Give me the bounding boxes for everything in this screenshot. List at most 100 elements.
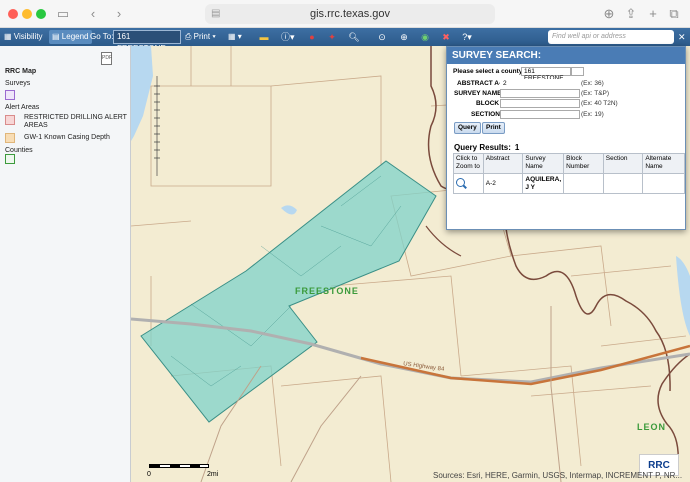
survey-name-cell: AQUILERA, J Y bbox=[522, 173, 565, 194]
section-label: SECTION bbox=[471, 111, 500, 118]
block-input[interactable] bbox=[500, 99, 580, 108]
abstract-label: ABSTRACT A- bbox=[457, 80, 502, 87]
query-results-heading: Query Results: 1 bbox=[454, 143, 519, 152]
legend-sidebar: PDF RRC Map Surveys Alert Areas RESTRICT… bbox=[0, 46, 131, 482]
info-icon[interactable]: ⓘ▾ bbox=[281, 31, 295, 43]
help-icon[interactable]: ?▾ bbox=[461, 31, 473, 43]
sidebar-toggle-icon[interactable]: ▭ bbox=[56, 5, 70, 23]
section-example: (Ex: 19) bbox=[581, 111, 604, 118]
restricted-label: RESTRICTED DRILLING ALERT AREAS bbox=[24, 114, 127, 129]
print-menu[interactable]: ⎙ Print ▾ bbox=[185, 30, 216, 44]
find-well-input[interactable]: Find well api or address bbox=[548, 30, 674, 44]
abstract-input[interactable]: 2 bbox=[500, 79, 580, 88]
alert-areas-heading: Alert Areas bbox=[5, 104, 40, 111]
county-prompt: Please select a county: bbox=[453, 68, 525, 75]
zoom-cell[interactable] bbox=[453, 173, 484, 194]
section-cell bbox=[602, 173, 644, 194]
search-icon[interactable]: 🔍︎ bbox=[348, 31, 360, 43]
col-survey-name: Survey Name bbox=[522, 153, 565, 174]
target-icon[interactable]: ⊙ bbox=[376, 31, 388, 43]
county-label-leon: LEON bbox=[637, 422, 667, 432]
visibility-button[interactable]: ▦ Visibility bbox=[4, 30, 43, 44]
block-label: BLOCK bbox=[476, 100, 500, 107]
query-results-count: 1 bbox=[514, 143, 520, 152]
legend-label: Legend bbox=[61, 32, 89, 41]
crosshair-icon[interactable]: ⊕ bbox=[398, 31, 410, 43]
address-bar[interactable]: ▤ gis.rrc.texas.gov bbox=[205, 4, 495, 24]
gw1-swatch bbox=[5, 133, 15, 143]
query-button[interactable]: Query bbox=[454, 122, 481, 134]
measure-icon[interactable]: ▬ bbox=[258, 31, 270, 43]
restricted-swatch bbox=[5, 115, 15, 125]
col-section: Section bbox=[602, 153, 644, 174]
back-icon[interactable]: ‹ bbox=[88, 5, 98, 23]
county-select-arrow[interactable] bbox=[571, 67, 584, 76]
tab-overview-icon[interactable]: ⧉ bbox=[668, 5, 680, 23]
col-zoom: Click to Zoom to bbox=[453, 153, 484, 174]
zoom-to-icon[interactable] bbox=[456, 178, 465, 187]
marker-icon[interactable]: ✦ bbox=[326, 31, 338, 43]
col-block-number: Block Number bbox=[563, 153, 604, 174]
map-attribution: Sources: Esri, HERE, Garmin, USGS, Inter… bbox=[433, 471, 683, 480]
pin-icon[interactable]: ● bbox=[306, 31, 318, 43]
county-label-freestone: FREESTONE bbox=[295, 286, 359, 296]
clear-icon[interactable]: ✖ bbox=[440, 31, 452, 43]
counties-heading: Counties bbox=[5, 147, 33, 154]
close-window-button[interactable] bbox=[8, 9, 18, 19]
highlighted-survey-area bbox=[140, 160, 437, 423]
survey-name-example: (Ex: T&P) bbox=[581, 90, 610, 97]
surveys-swatch bbox=[5, 90, 15, 100]
print-button[interactable]: Print bbox=[482, 122, 505, 134]
results-table: Click to Zoom to Abstract Survey Name Bl… bbox=[453, 153, 685, 194]
share-icon[interactable]: ⇪ bbox=[625, 5, 637, 23]
browser-title-bar: ▭ ‹ › ▤ gis.rrc.texas.gov ⊕ ⇪ + ⧉ bbox=[0, 0, 690, 28]
survey-search-header: SURVEY SEARCH: bbox=[447, 47, 685, 64]
goto-input[interactable]: 161 FREESTONE bbox=[113, 30, 181, 53]
survey-name-input[interactable] bbox=[500, 89, 580, 98]
new-tab-icon[interactable]: + bbox=[647, 5, 659, 23]
alternate-cell bbox=[642, 173, 685, 194]
visibility-icon: ▦ bbox=[4, 32, 12, 41]
identify-icon[interactable]: ◉ bbox=[419, 31, 431, 43]
page-icon: ▤ bbox=[211, 8, 221, 19]
block-cell bbox=[563, 173, 604, 194]
survey-search-panel: SURVEY SEARCH: Please select a county: 1… bbox=[446, 46, 686, 230]
survey-name-label: SURVEY NAME bbox=[454, 90, 502, 97]
query-results-label: Query Results: bbox=[454, 143, 511, 152]
col-alternate-name: Alternate Name bbox=[642, 153, 685, 174]
minimize-window-button[interactable] bbox=[22, 9, 32, 19]
counties-swatch bbox=[5, 154, 15, 164]
layers-menu[interactable]: ▦ ▾ bbox=[228, 30, 242, 44]
scale-end-label: 2mi bbox=[207, 471, 219, 478]
rail-ticks bbox=[154, 76, 160, 176]
find-clear-icon[interactable]: ✕ bbox=[678, 30, 686, 44]
download-icon[interactable]: ⊕ bbox=[603, 5, 615, 23]
abstract-cell: A-2 bbox=[482, 173, 524, 194]
table-row: A-2 AQUILERA, J Y bbox=[453, 173, 685, 194]
print-label: Print bbox=[193, 32, 211, 41]
abstract-example: (Ex: 36) bbox=[581, 80, 604, 87]
surveys-heading: Surveys bbox=[5, 80, 31, 87]
scale-bar bbox=[149, 464, 209, 468]
visibility-label: Visibility bbox=[13, 32, 43, 41]
zoom-window-button[interactable] bbox=[36, 9, 46, 19]
legend-button[interactable]: ▤ Legend bbox=[49, 30, 92, 44]
app-toolbar: ▦ Visibility ▤ Legend Go To: 161 FREESTO… bbox=[0, 28, 690, 53]
legend-icon: ▤ bbox=[52, 32, 60, 41]
goto-label: Go To: bbox=[90, 32, 114, 41]
forward-icon[interactable]: › bbox=[114, 5, 124, 23]
gw1-label: GW-1 Known Casing Depth bbox=[24, 134, 110, 141]
section-input[interactable] bbox=[500, 110, 580, 119]
print-icon: ⎙ bbox=[185, 32, 192, 41]
block-example: (Ex: 40 T2N) bbox=[581, 100, 618, 107]
results-header-row: Click to Zoom to Abstract Survey Name Bl… bbox=[453, 153, 685, 174]
lake-shape bbox=[131, 46, 153, 141]
county-select[interactable]: 161 FREESTONE bbox=[521, 67, 571, 82]
pond-shape bbox=[281, 205, 297, 215]
scale-zero-label: 0 bbox=[147, 471, 151, 478]
col-abstract: Abstract bbox=[482, 153, 524, 174]
reservoir-shape bbox=[676, 256, 690, 336]
legend-title: RRC Map bbox=[5, 68, 37, 75]
rrc-logo-text: RRC bbox=[648, 460, 670, 471]
pdf-icon[interactable]: PDF bbox=[101, 52, 112, 65]
